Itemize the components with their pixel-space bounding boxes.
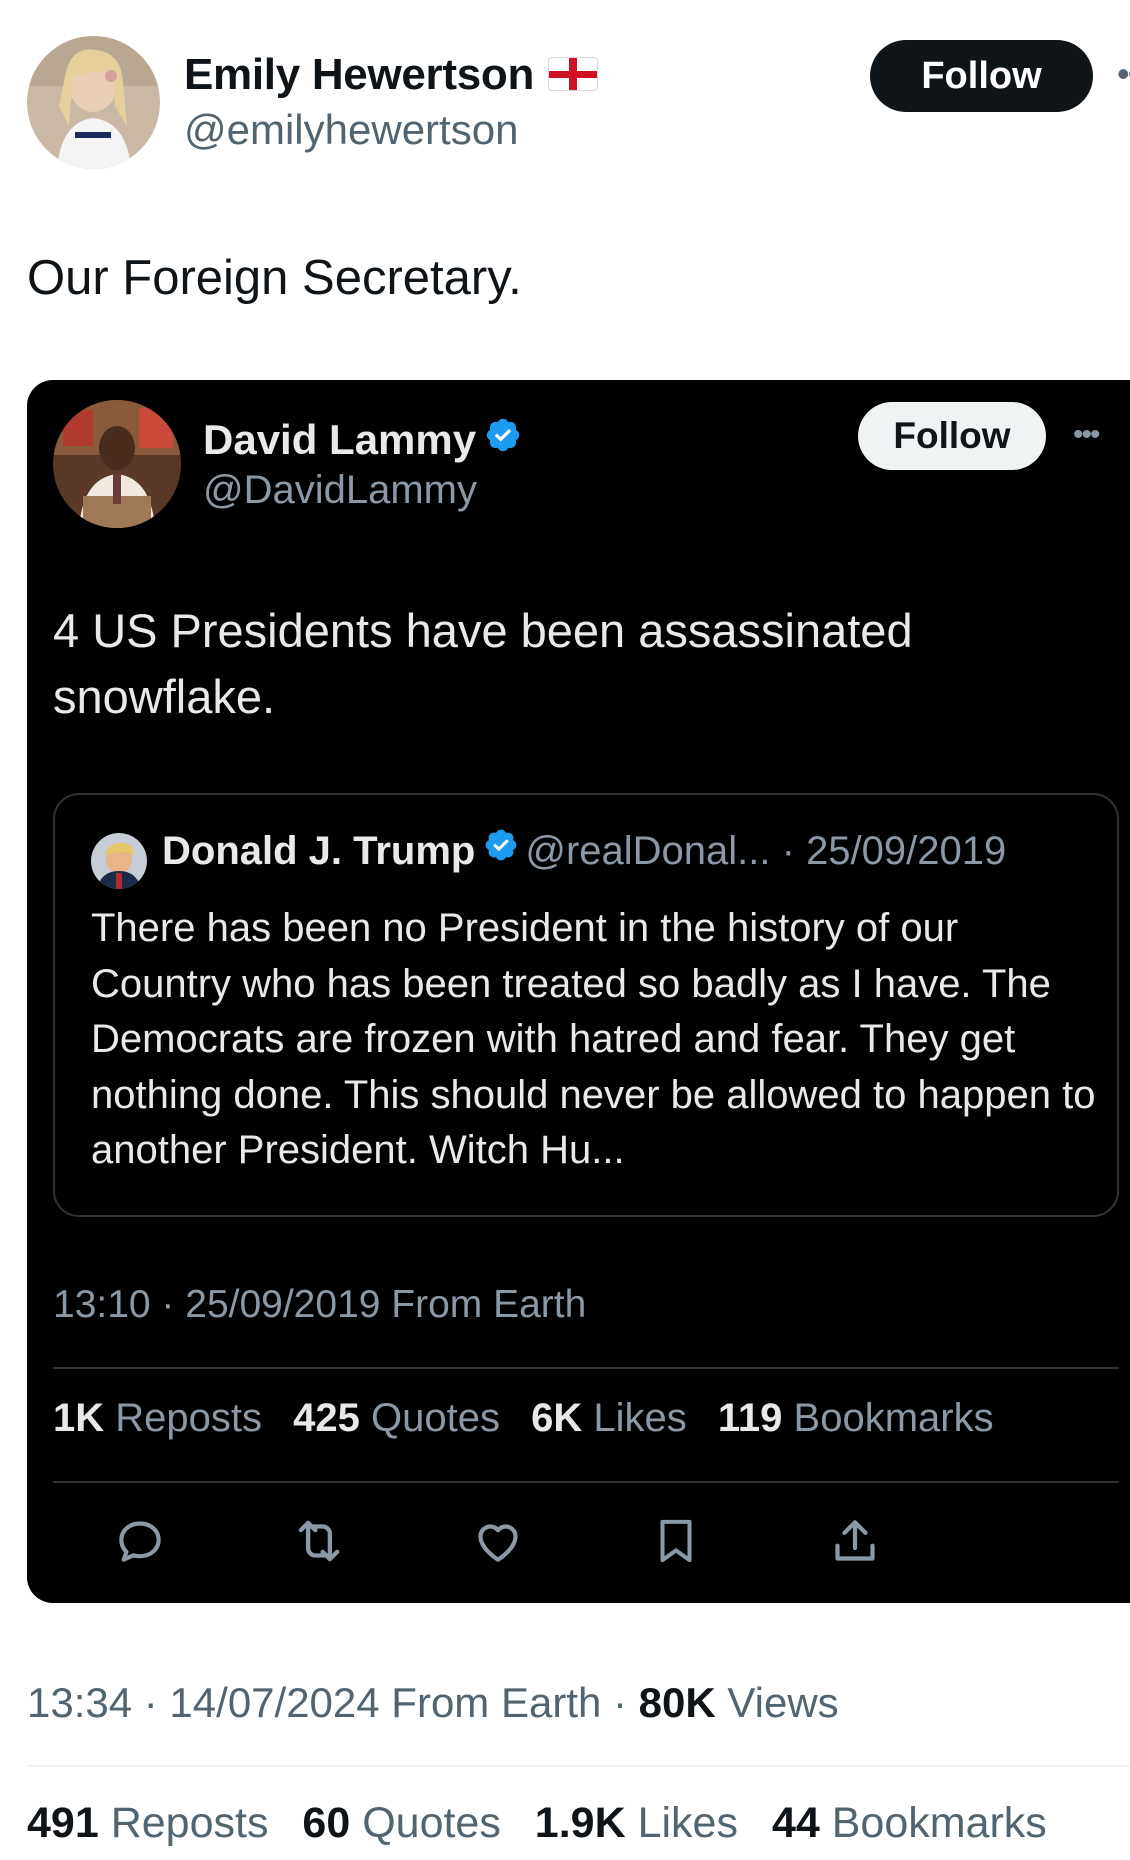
tweet-header: Emily Hewertson @emilyhewertson Follow •…	[27, 36, 1130, 171]
reply-icon	[105, 1506, 175, 1576]
quoted-tweet-meta: @realDonal... · 25/09/2019	[525, 829, 1007, 873]
bookmarks-stat[interactable]: 44 Bookmarks	[772, 1799, 1047, 1847]
embedded-reposts-label: Reposts	[115, 1396, 263, 1440]
embedded-bookmarks-stat: 119 Bookmarks	[718, 1396, 994, 1440]
likes-label: Likes	[637, 1799, 738, 1847]
embedded-quotes-count: 425	[293, 1396, 360, 1440]
embedded-quotes-label: Quotes	[371, 1396, 500, 1440]
embedded-timestamp: 13:10 · 25/09/2019 From Earth	[53, 1283, 587, 1326]
embedded-more-options-icon: •••	[1073, 418, 1100, 451]
divider	[53, 1481, 1119, 1483]
embedded-follow-button: Follow	[858, 402, 1046, 470]
quotes-label: Quotes	[362, 1799, 501, 1847]
tweet-timestamp: 13:34 · 14/07/2024 From Earth · 80K View…	[27, 1679, 839, 1727]
quoted-tweet-text: There has been no President in the histo…	[91, 906, 1096, 1172]
views-count: 80K	[638, 1679, 716, 1726]
bookmarks-count: 44	[771, 1799, 820, 1847]
views-label: Views	[715, 1679, 839, 1726]
more-options-icon[interactable]: •••	[1117, 56, 1130, 92]
divider	[27, 1765, 1130, 1767]
likes-stat[interactable]: 1.9K Likes	[535, 1799, 738, 1847]
quoted-tweet-header: Donald J. Trump @realDonal... · 25/09/20…	[162, 829, 1006, 874]
author-name-text[interactable]: Emily Hewertson	[184, 50, 534, 99]
embedded-author-handle: @DavidLammy	[203, 468, 478, 512]
repost-icon	[284, 1506, 354, 1576]
author-name[interactable]: Emily Hewertson	[184, 50, 599, 100]
verified-badge-icon	[484, 416, 522, 464]
embedded-bookmarks-label: Bookmarks	[793, 1396, 994, 1440]
engagement-stats: 491 Reposts 60 Quotes 1.9K Likes 44 Book…	[27, 1799, 1069, 1848]
quoted-tweet: Donald J. Trump @realDonal... · 25/09/20…	[53, 793, 1119, 1217]
tweet-text: Our Foreign Secretary.	[27, 251, 522, 305]
embedded-author-avatar	[53, 400, 181, 528]
likes-count: 1.9K	[534, 1799, 626, 1847]
england-flag-icon	[548, 57, 599, 92]
author-avatar[interactable]	[27, 36, 160, 169]
quotes-stat[interactable]: 60 Quotes	[302, 1799, 500, 1847]
quotes-count: 60	[302, 1799, 351, 1847]
like-icon	[463, 1506, 533, 1576]
share-icon	[820, 1506, 890, 1576]
quoted-author-name: Donald J. Trump	[162, 829, 476, 873]
embedded-tweet-image[interactable]: David Lammy @DavidLammy Follow ••• 4 US …	[27, 380, 1130, 1603]
divider	[53, 1367, 1119, 1369]
embedded-reposts-count: 1K	[53, 1396, 105, 1440]
embedded-bookmarks-count: 119	[717, 1396, 783, 1440]
author-handle[interactable]: @emilyhewertson	[184, 106, 518, 154]
bookmarks-label: Bookmarks	[831, 1799, 1047, 1847]
reposts-count: 491	[27, 1799, 99, 1847]
follow-button[interactable]: Follow	[870, 40, 1093, 112]
quoted-verified-badge-icon	[483, 827, 519, 873]
reposts-label: Reposts	[110, 1799, 269, 1847]
embedded-engagement-stats: 1K Reposts 425 Quotes 6K Likes 119 Bookm…	[53, 1396, 1014, 1441]
tweet-time-text[interactable]: 13:34 · 14/07/2024 From Earth ·	[27, 1679, 639, 1726]
embedded-author-name: David Lammy	[203, 416, 522, 464]
embedded-reposts-stat: 1K Reposts	[53, 1396, 262, 1440]
bookmark-icon	[641, 1506, 711, 1576]
embedded-quotes-stat: 425 Quotes	[293, 1396, 500, 1440]
embedded-likes-count: 6K	[531, 1396, 583, 1440]
reposts-stat[interactable]: 491 Reposts	[27, 1799, 268, 1847]
embedded-tweet-text: 4 US Presidents have been assassinated s…	[53, 604, 913, 723]
embedded-likes-label: Likes	[593, 1396, 687, 1440]
quoted-author-avatar	[91, 833, 147, 889]
embedded-likes-stat: 6K Likes	[531, 1396, 687, 1440]
embedded-action-bar	[27, 1506, 1130, 1576]
embedded-author-name-text: David Lammy	[203, 416, 477, 463]
